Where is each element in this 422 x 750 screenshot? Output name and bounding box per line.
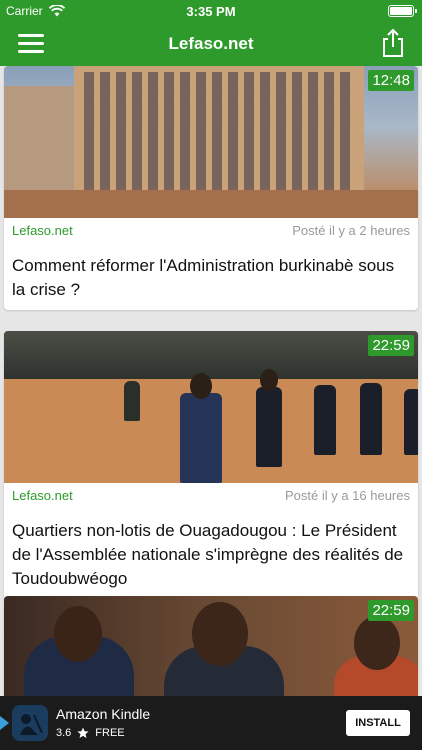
ad-rating-row: 3.6 FREE [56,727,125,739]
article-meta: Lefaso.net Posté il y a 16 heures [4,483,418,505]
article-thumbnail[interactable]: 22:59 [4,331,418,483]
duration-badge: 22:59 [368,335,414,356]
article-card[interactable]: 22:59 Lefaso.net Posté il y a 16 heures … [4,331,418,599]
article-headline[interactable]: Comment réformer l'Administration burkin… [4,240,418,310]
ad-banner[interactable]: Amazon Kindle 3.6 FREE INSTALL [0,696,422,750]
article-posted-time: Posté il y a 16 heures [284,487,410,503]
ad-rating: 3.6 [56,727,72,739]
article-source: Lefaso.net [12,222,73,238]
status-time: 3:35 PM [186,4,236,19]
star-icon [77,727,89,738]
article-feed[interactable]: 12:48 Lefaso.net Posté il y a 2 heures C… [0,66,422,696]
page-title: Lefaso.net [168,34,254,53]
nav-bar: Lefaso.net [0,22,422,66]
article-thumbnail[interactable]: 12:48 [4,66,418,218]
ad-choices-icon[interactable] [0,696,10,750]
share-icon[interactable] [380,28,406,58]
article-meta: Lefaso.net Posté il y a 2 heures [4,218,418,240]
article-thumbnail[interactable]: 22:59 [4,596,418,696]
duration-badge: 22:59 [368,600,414,621]
article-headline[interactable]: Quartiers non-lotis de Ouagadougou : Le … [4,505,418,599]
ad-price: FREE [95,727,125,739]
article-source: Lefaso.net [12,487,73,503]
ad-app-name[interactable]: Amazon Kindle [56,706,150,722]
kindle-app-icon[interactable] [12,705,48,741]
install-button[interactable]: INSTALL [346,710,410,736]
article-card[interactable]: 12:48 Lefaso.net Posté il y a 2 heures C… [4,66,418,310]
article-card[interactable]: 22:59 [4,596,418,696]
article-posted-time: Posté il y a 2 heures [292,222,410,238]
status-bar: Carrier 3:35 PM [0,0,422,22]
battery-icon [388,5,417,17]
duration-badge: 12:48 [368,70,414,91]
